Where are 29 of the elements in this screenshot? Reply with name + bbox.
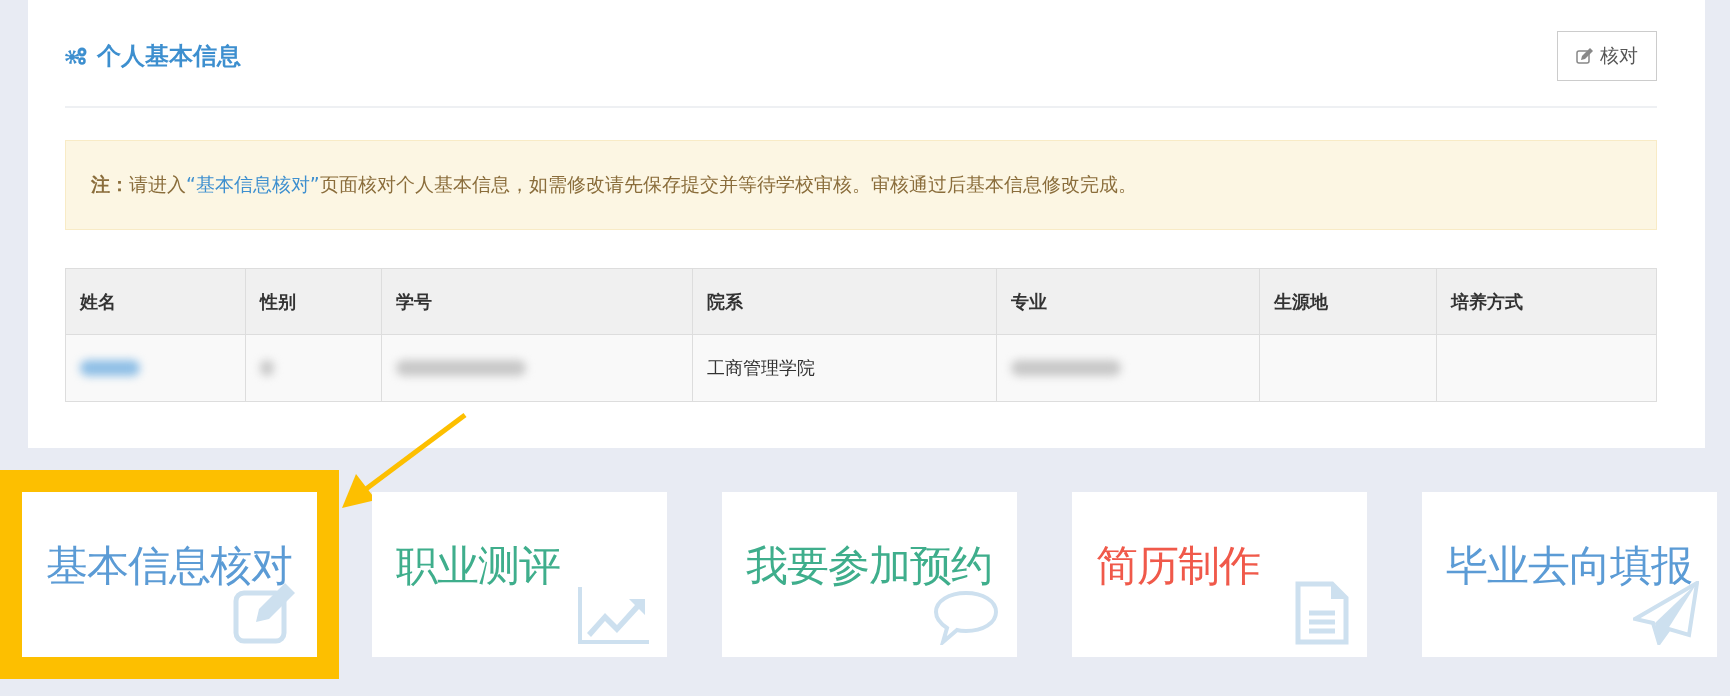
gears-icon xyxy=(65,47,87,65)
column-header: 学号 xyxy=(381,268,693,335)
shortcut-tile[interactable]: 基本信息核对 xyxy=(22,492,317,657)
table-cell: 工商管理学院 xyxy=(692,334,997,402)
document-icon xyxy=(1295,581,1349,645)
column-header: 专业 xyxy=(996,268,1260,335)
shortcut-tile[interactable]: 简历制作 xyxy=(1072,492,1367,657)
tile-label: 毕业去向填报 xyxy=(1446,541,1692,590)
check-page-link[interactable]: “基本信息核对” xyxy=(186,173,320,195)
tile-label: 我要参加预约 xyxy=(746,541,992,590)
edit-icon xyxy=(1576,48,1594,64)
column-header: 姓名 xyxy=(65,268,246,335)
tile-label: 简历制作 xyxy=(1096,541,1260,590)
blurred-name xyxy=(80,360,140,376)
trend-chart-icon xyxy=(577,587,649,645)
speech-bubble-icon xyxy=(933,589,999,645)
section-title: 个人基本信息 xyxy=(97,41,241,72)
column-header: 生源地 xyxy=(1259,268,1437,335)
shortcut-tile[interactable]: 我要参加预约 xyxy=(722,492,1017,657)
shortcut-tile[interactable]: 毕业去向填报 xyxy=(1422,492,1717,657)
notice-text: 注：请进入“基本信息核对”页面核对个人基本信息，如需修改请先保存提交并等待学校审核。审核通过后基本信息修改完成。 xyxy=(91,172,1137,197)
column-header: 院系 xyxy=(692,268,997,335)
column-header: 培养方式 xyxy=(1436,268,1657,335)
blurred-value xyxy=(259,360,274,376)
tile-label: 职业测评 xyxy=(396,541,560,590)
tile-label: 基本信息核对 xyxy=(46,541,292,590)
column-header: 性别 xyxy=(245,268,382,335)
shortcut-tile[interactable]: 职业测评 xyxy=(372,492,667,657)
check-button[interactable]: 核对 xyxy=(1557,31,1657,81)
